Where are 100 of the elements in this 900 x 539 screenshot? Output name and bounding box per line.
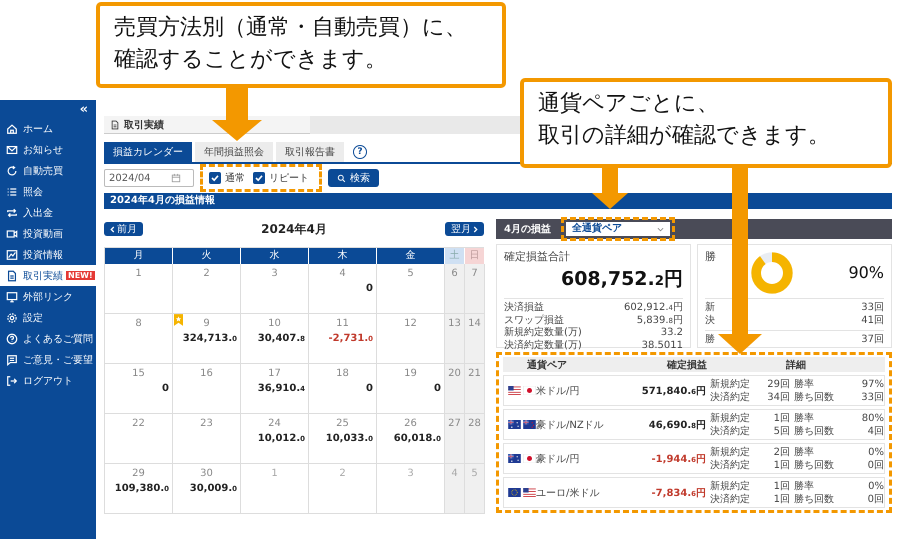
pair-name: 米ドル/円 xyxy=(536,384,580,398)
help-button[interactable]: ? xyxy=(353,145,367,159)
daily-profit: 0 xyxy=(434,383,442,394)
pair-name: 豪ドル/NZドル xyxy=(536,418,605,432)
flag-icon xyxy=(523,488,536,497)
section-title: 2024年4月の損益情報 xyxy=(104,193,892,209)
pair-name: 豪ドル/円 xyxy=(536,452,580,466)
checkbox[interactable] xyxy=(209,172,221,184)
day-number: 2 xyxy=(339,468,346,480)
checkbox-label: 通常 xyxy=(225,172,245,185)
day-number: 30 xyxy=(200,468,213,480)
sidebar-item[interactable]: 設定 xyxy=(0,307,96,328)
day-number: 11 xyxy=(336,318,349,330)
logout-icon xyxy=(6,374,18,386)
day-number: 24 xyxy=(268,418,281,430)
calendar-cell[interactable]: 8 xyxy=(105,314,173,364)
day-number: 18 xyxy=(336,368,349,380)
sidebar-item[interactable]: お知らせ xyxy=(0,139,96,160)
day-number: 16 xyxy=(200,368,213,380)
stat-value: 33.2 xyxy=(660,327,683,340)
flag-icon xyxy=(508,488,521,497)
sidebar-item[interactable]: 入出金 xyxy=(0,202,96,223)
detail-label: 決済約定 xyxy=(710,424,751,438)
flag-icon xyxy=(523,420,536,429)
detail-value: 33回 xyxy=(860,390,884,404)
day-number: 4 xyxy=(339,268,346,280)
callout: 通貨ペアごとに、 取引の詳細が確認できます。 xyxy=(520,78,892,168)
calendar-cell[interactable]: 2 xyxy=(173,264,241,314)
card-label: 確定損益合計 xyxy=(504,249,570,264)
detail-label: 新規約定 xyxy=(710,412,751,424)
detail-label: 勝ち回数 xyxy=(794,458,835,472)
sidebar-item[interactable]: 投資動画 xyxy=(0,223,96,244)
day-number: 14 xyxy=(468,318,481,330)
daily-profit: 0 xyxy=(162,383,170,394)
calendar-cell[interactable]: 4 0 xyxy=(309,264,377,314)
callout: 売買方法別（通常・自動売買）に、 確認することができます。 xyxy=(96,2,506,88)
stat-value: 38.5011 xyxy=(642,340,683,352)
detail-label: 決済約定 xyxy=(710,492,751,506)
day-number: 3 xyxy=(271,268,278,280)
detail-label: 勝率 xyxy=(794,480,815,492)
document-icon xyxy=(110,120,120,130)
search-button[interactable]: 検索 xyxy=(328,169,379,187)
tab[interactable]: 取引報告書 xyxy=(276,142,344,162)
detail-label: 新規約定 xyxy=(710,378,751,390)
detail-value: 1回 xyxy=(772,480,790,492)
detail-value: 1回 xyxy=(772,458,790,472)
weekday-header: 火 xyxy=(173,248,241,264)
detail-label: 勝率 xyxy=(794,446,815,458)
sidebar-item[interactable]: ホーム xyxy=(0,118,96,139)
calendar-cell[interactable]: 16 xyxy=(173,364,241,414)
checkbox-label: リピート xyxy=(269,172,309,185)
stat-value: 33回 xyxy=(861,302,884,314)
pair-dropdown[interactable]: 全通貨ペア xyxy=(566,222,670,236)
day-number: 27 xyxy=(448,418,461,430)
stat-label: 新規約定数量(万) xyxy=(504,327,582,340)
calendar-cell[interactable]: 22 xyxy=(105,414,173,464)
weekday-header: 月 xyxy=(105,248,173,264)
calendar-cell[interactable]: 15 0 xyxy=(105,364,173,414)
column-header: 確定損益 xyxy=(666,358,707,372)
detail-value: 34回 xyxy=(766,390,790,404)
sidebar-item[interactable]: 投資情報 xyxy=(0,244,96,265)
envelope-icon xyxy=(6,144,18,156)
month-field[interactable]: 2024/04 xyxy=(104,169,194,187)
document-icon xyxy=(6,270,18,282)
checkbox[interactable] xyxy=(253,172,265,184)
day-number: 5 xyxy=(471,468,478,480)
tab[interactable]: 年間損益照会 xyxy=(195,142,273,162)
day-number: 29 xyxy=(132,468,145,480)
sidebar-item[interactable]: 自動売買 xyxy=(0,160,96,181)
calendar-cell[interactable]: 18 0 xyxy=(309,364,377,414)
detail-value: 80% xyxy=(860,412,884,424)
day-number: 23 xyxy=(200,418,213,430)
sidebar-item[interactable]: ご意見・ご要望 xyxy=(0,349,96,370)
stat-value: 37回 xyxy=(861,334,884,346)
next-month-button[interactable]: 翌月 xyxy=(445,222,484,236)
column-header: 詳細 xyxy=(784,358,807,372)
flag-icon xyxy=(523,454,536,463)
detail-label: 新規約定 xyxy=(710,446,751,458)
detail-label: 勝率 xyxy=(794,378,815,390)
win-rate: 90% xyxy=(848,262,884,282)
collapse-button[interactable]: « xyxy=(0,100,96,118)
day-number: 7 xyxy=(471,268,478,280)
sidebar-item[interactable]: ログアウト xyxy=(0,370,96,391)
sidebar-item[interactable]: 外部リンク xyxy=(0,286,96,307)
tab[interactable]: 損益カレンダー xyxy=(104,142,192,162)
calendar-cell[interactable]: 23 xyxy=(173,414,241,464)
sidebar-item[interactable]: 照会 xyxy=(0,181,96,202)
prev-month-button[interactable]: 前月 xyxy=(104,222,143,236)
calendar-cell[interactable]: 3 xyxy=(241,264,309,314)
calendar-cell[interactable]: 1 xyxy=(105,264,173,314)
day-number: 21 xyxy=(468,368,481,380)
detail-value: 0% xyxy=(867,446,884,458)
new-badge: NEW! xyxy=(66,271,95,280)
detail-value: 0回 xyxy=(866,492,884,506)
sidebar-item[interactable]: よくあるご質問 xyxy=(0,328,96,349)
sidebar-item[interactable]: 取引実績 NEW! xyxy=(0,265,96,286)
calendar-title: 2024年4月 xyxy=(261,220,327,238)
day-number: 6 xyxy=(451,268,458,280)
detail-label: 勝ち回数 xyxy=(794,424,835,438)
circular-arrow-icon xyxy=(6,164,18,176)
